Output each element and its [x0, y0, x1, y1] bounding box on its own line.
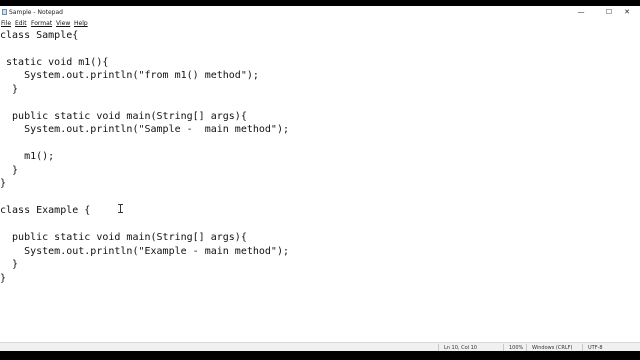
- code-line: }: [0, 259, 19, 270]
- status-divider: [438, 344, 439, 351]
- code-line: class Sample{: [0, 30, 79, 41]
- text-editor-area[interactable]: class Sample{ static void m1(){ System.o…: [0, 29, 640, 342]
- code-line: class Example {: [0, 205, 91, 216]
- status-bar: Ln 10, Col 10 100% Windows (CRLF) UTF-8: [0, 342, 640, 351]
- encoding: UTF-8: [588, 345, 603, 351]
- code-line: System.out.println("from m1() method");: [0, 70, 259, 81]
- close-button[interactable]: ✕: [614, 6, 640, 19]
- text-cursor-icon: [118, 204, 123, 213]
- zoom-level: 100%: [509, 345, 524, 351]
- menu-edit-label: Edit: [15, 20, 27, 27]
- menu-file[interactable]: File: [1, 20, 11, 27]
- code-line: }: [0, 84, 19, 95]
- menu-format[interactable]: Format: [31, 20, 52, 27]
- menu-edit[interactable]: Edit: [15, 20, 27, 27]
- title-bar[interactable]: Sample - Notepad — ☐ ✕: [0, 6, 640, 19]
- window-title: Sample - Notepad: [9, 9, 63, 16]
- line-endings: Windows (CRLF): [532, 345, 573, 351]
- code-line: public static void main(String[] args){: [0, 232, 247, 243]
- status-divider: [526, 344, 527, 351]
- code-line: }: [0, 165, 19, 176]
- code-line: System.out.println("Example - main metho…: [0, 246, 289, 257]
- menu-view-label: View: [56, 20, 71, 27]
- menu-file-label: File: [1, 20, 12, 27]
- notepad-icon: [2, 9, 7, 15]
- cursor-position: Ln 10, Col 10: [444, 345, 477, 351]
- menu-bar: File Edit Format View Help: [0, 19, 640, 28]
- menu-help[interactable]: Help: [74, 20, 88, 27]
- code-line: }: [0, 178, 7, 189]
- minimize-button[interactable]: —: [568, 6, 594, 19]
- code-line: m1();: [0, 151, 55, 162]
- status-divider: [503, 344, 504, 351]
- code-line: public static void main(String[] args){: [0, 111, 247, 122]
- menu-format-label: Format: [31, 20, 53, 27]
- code-line: static void m1(){: [0, 57, 109, 68]
- code-line: }: [0, 273, 7, 284]
- menu-help-label: Help: [74, 20, 88, 27]
- menu-view[interactable]: View: [56, 20, 70, 27]
- code-line: System.out.println("Sample - main method…: [0, 124, 289, 135]
- status-divider: [582, 344, 583, 351]
- notepad-window: Sample - Notepad — ☐ ✕ File Edit Format …: [0, 6, 640, 351]
